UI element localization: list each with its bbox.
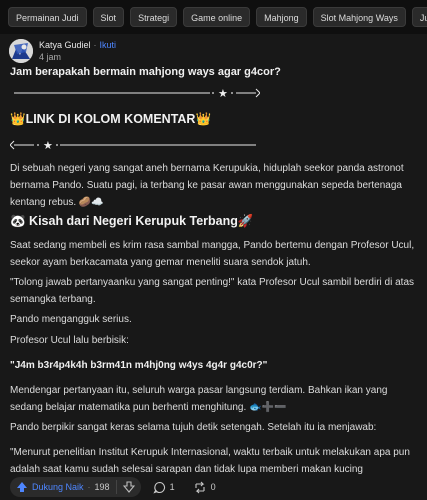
paragraph-5-quote: "J4m b3r4p4k4h b3rm41n m4hj0ng w4ys 4g4r… bbox=[10, 360, 268, 371]
paragraph-3: Pando mengangguk serius. bbox=[10, 314, 132, 325]
paragraph-4: Profesor Ucul lalu berbisik: bbox=[10, 335, 129, 346]
upvote-separator: · bbox=[87, 482, 91, 492]
star-divider-icon: ★ bbox=[10, 139, 256, 151]
tag-mahjong[interactable]: Mahjong bbox=[256, 7, 307, 27]
star-divider-icon: ★ bbox=[14, 87, 260, 99]
avatar[interactable] bbox=[9, 39, 33, 63]
vote-divider bbox=[115, 480, 117, 494]
post-action-bar: Dukung Naik · 198 1 0 bbox=[0, 474, 427, 500]
upvote-arrow-icon[interactable] bbox=[16, 481, 28, 493]
svg-text:★: ★ bbox=[43, 139, 53, 151]
tag-slot[interactable]: Slot bbox=[92, 7, 125, 27]
post-question[interactable]: Jam berapakah bermain mahjong ways agar … bbox=[10, 66, 281, 78]
app-frame: Permainan Judi Slot Strategi Game online… bbox=[0, 0, 427, 500]
paragraph-intro: Di sebuah negeri yang sangat aneh bernam… bbox=[10, 163, 404, 208]
share-count: 0 bbox=[210, 482, 216, 492]
upvote-button-label[interactable]: Dukung Naik bbox=[32, 482, 84, 492]
paragraph-2: "Tolong jawab pertanyaanku yang sangat p… bbox=[10, 277, 414, 305]
post-header: Katya Gudiel · Ikuti 4 jam bbox=[9, 39, 419, 67]
upvote-count: 198 bbox=[94, 482, 110, 492]
share-button[interactable]: 0 bbox=[187, 477, 222, 497]
post-time: 4 jam bbox=[39, 52, 62, 62]
tag-game-online[interactable]: Game online bbox=[183, 7, 251, 27]
paragraph-8: "Menurut penelitian Institut Kerupuk Int… bbox=[10, 447, 410, 475]
tag-slot-mahjong-ways[interactable]: Slot Mahjong Ways bbox=[312, 7, 406, 27]
svg-text:★: ★ bbox=[218, 87, 228, 99]
avatar-image bbox=[9, 39, 33, 63]
tag-truncated[interactable]: Ju bbox=[411, 7, 427, 27]
share-arrows-icon bbox=[193, 481, 207, 494]
tag-strategi[interactable]: Strategi bbox=[130, 7, 178, 27]
downvote-arrow-icon[interactable] bbox=[122, 481, 135, 493]
comment-button[interactable]: 1 bbox=[147, 477, 181, 497]
decorative-divider-top: ★ bbox=[10, 85, 260, 99]
comment-count: 1 bbox=[169, 482, 175, 492]
follow-button[interactable]: Ikuti bbox=[100, 40, 117, 50]
topic-tag-bar: Permainan Judi Slot Strategi Game online… bbox=[0, 0, 427, 34]
dot-separator: · bbox=[93, 40, 97, 50]
author-line: Katya Gudiel · Ikuti bbox=[39, 40, 116, 50]
link-comment-heading: 👑LINK DI KOLOM KOMENTAR👑 bbox=[10, 112, 212, 126]
paragraph-6: Mendengar pertanyaan itu, seluruh warga … bbox=[10, 385, 388, 413]
decorative-divider-bottom: ★ bbox=[10, 137, 260, 151]
tag-permainan-judi[interactable]: Permainan Judi bbox=[8, 7, 87, 27]
comment-bubble-icon bbox=[152, 481, 166, 494]
vote-group: Dukung Naik · 198 bbox=[10, 477, 141, 497]
story-title: 🐼 Kisah dari Negeri Kerupuk Terbang🚀 bbox=[10, 214, 254, 228]
author-name[interactable]: Katya Gudiel bbox=[39, 40, 91, 50]
paragraph-1: Saat sedang membeli es krim rasa sambal … bbox=[10, 240, 415, 268]
paragraph-7: Pando berpikir sangat keras selama tujuh… bbox=[10, 422, 377, 433]
